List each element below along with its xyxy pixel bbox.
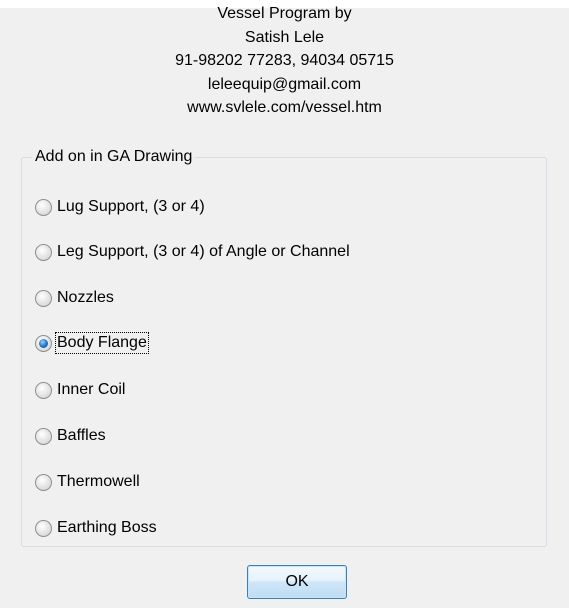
radio-label-baffles: Baffles (57, 427, 106, 444)
phone-numbers: 91-98202 77283, 94034 05715 (175, 52, 394, 69)
radio-button-icon[interactable] (35, 427, 52, 445)
radio-button-icon[interactable] (35, 243, 52, 261)
radio-button-icon[interactable] (35, 289, 52, 307)
radio-label-body-flange: Body Flange (55, 332, 149, 354)
radio-button-selected-icon[interactable] (35, 334, 52, 352)
radio-label-thermowell: Thermowell (57, 473, 140, 490)
radio-option-leg-support[interactable]: Leg Support, (3 or 4) of Angle or Channe… (35, 239, 351, 265)
radio-option-earthing-boss[interactable]: Earthing Boss (35, 515, 158, 541)
radio-option-nozzles[interactable]: Nozzles (35, 285, 115, 311)
radio-label-inner-coil: Inner Coil (57, 381, 126, 398)
radio-label-lug-support: Lug Support, (3 or 4) (57, 198, 205, 215)
website-url: www.svlele.com/vessel.htm (187, 99, 382, 116)
radio-button-icon[interactable] (35, 381, 52, 399)
ok-button[interactable]: OK (247, 565, 347, 599)
groupbox-title: Add on in GA Drawing (32, 147, 196, 167)
radio-label-leg-support: Leg Support, (3 or 4) of Angle or Channe… (57, 243, 350, 260)
radio-option-inner-coil[interactable]: Inner Coil (35, 377, 126, 403)
program-title: Vessel Program by (217, 5, 352, 22)
radio-button-icon[interactable] (35, 198, 52, 216)
radio-label-earthing-boss: Earthing Boss (57, 519, 157, 536)
radio-option-lug-support[interactable]: Lug Support, (3 or 4) (35, 194, 206, 220)
radio-option-thermowell[interactable]: Thermowell (35, 469, 141, 495)
radio-button-icon[interactable] (35, 519, 52, 537)
radio-option-body-flange[interactable]: Body Flange (35, 330, 149, 356)
add-on-groupbox: Add on in GA Drawing Lug Support, (3 or … (21, 147, 547, 547)
radio-label-nozzles: Nozzles (57, 289, 114, 306)
email-address: leleequip@gmail.com (207, 75, 362, 93)
radio-button-icon[interactable] (35, 473, 52, 491)
program-info-header: Vessel Program by Satish Lele 91-98202 7… (0, 2, 569, 120)
radio-option-baffles[interactable]: Baffles (35, 423, 107, 449)
author-name: Satish Lele (244, 28, 325, 46)
